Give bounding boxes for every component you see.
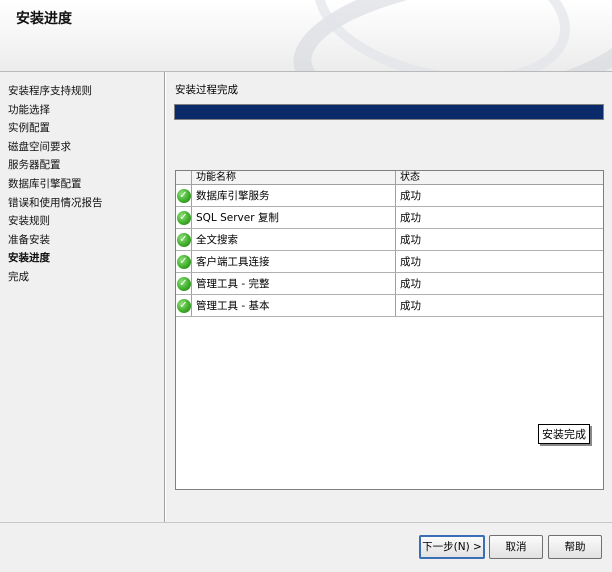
- feature-name-cell: 管理工具 - 基本: [192, 295, 396, 316]
- next-button[interactable]: 下一步(N) >: [419, 535, 485, 559]
- feature-name-cell: 客户端工具连接: [192, 251, 396, 272]
- table-header: 功能名称 状态: [176, 171, 603, 185]
- status-cell: 成功: [400, 190, 421, 202]
- success-check-icon: ✓: [176, 254, 191, 269]
- status-cell: 成功: [400, 256, 421, 268]
- table-row[interactable]: ✓ 全文搜索 成功: [176, 229, 603, 251]
- feature-name-cell: 全文搜索: [192, 229, 396, 250]
- sidebar-item-database-engine-configuration[interactable]: 数据库引擎配置: [0, 175, 164, 194]
- progress-bar: [174, 104, 604, 120]
- main-content: 安装过程完成 功能名称 状态 ✓ 数据库引擎服务 成功 ✓ SQL Server…: [166, 72, 612, 522]
- sidebar-item-installation-rules[interactable]: 安装规则: [0, 212, 164, 231]
- help-button[interactable]: 帮助: [548, 535, 602, 559]
- status-cell: 成功: [400, 278, 421, 290]
- sidebar-item-disk-space-requirements[interactable]: 磁盘空间要求: [0, 138, 164, 157]
- sidebar-item-ready-to-install[interactable]: 准备安装: [0, 231, 164, 250]
- table-header-icon-column: [176, 171, 192, 184]
- success-check-icon: ✓: [176, 210, 191, 225]
- sidebar-item-setup-support-rules[interactable]: 安装程序支持规则: [0, 82, 164, 101]
- status-cell: 成功: [400, 234, 421, 246]
- header-banner: 安装进度: [0, 0, 612, 72]
- sidebar-item-installation-progress[interactable]: 安装进度: [0, 249, 164, 268]
- footer-bar: 下一步(N) > 取消 帮助: [0, 522, 612, 572]
- table-row[interactable]: ✓ SQL Server 复制 成功: [176, 207, 603, 229]
- status-cell: 成功: [400, 300, 421, 312]
- sidebar-item-feature-selection[interactable]: 功能选择: [0, 101, 164, 120]
- feature-name-cell: 管理工具 - 完整: [192, 273, 396, 294]
- success-check-icon: ✓: [176, 188, 191, 203]
- status-cell: 成功: [400, 212, 421, 224]
- cancel-button[interactable]: 取消: [489, 535, 543, 559]
- status-text: 安装过程完成: [175, 84, 238, 96]
- sidebar-item-instance-configuration[interactable]: 实例配置: [0, 119, 164, 138]
- sidebar-item-error-usage-reporting[interactable]: 错误和使用情况报告: [0, 194, 164, 213]
- sidebar-item-server-configuration[interactable]: 服务器配置: [0, 156, 164, 175]
- feature-name-cell: SQL Server 复制: [192, 207, 396, 228]
- progress-bar-fill: [175, 105, 603, 119]
- page-title: 安装进度: [16, 11, 72, 27]
- sidebar: 安装程序支持规则 功能选择 实例配置 磁盘空间要求 服务器配置 数据库引擎配置 …: [0, 72, 165, 522]
- tooltip-install-complete: 安装完成: [538, 424, 590, 444]
- sidebar-item-complete[interactable]: 完成: [0, 268, 164, 287]
- table-row[interactable]: ✓ 客户端工具连接 成功: [176, 251, 603, 273]
- column-header-feature-name[interactable]: 功能名称: [192, 171, 396, 184]
- table-row[interactable]: ✓ 数据库引擎服务 成功: [176, 185, 603, 207]
- table-row[interactable]: ✓ 管理工具 - 完整 成功: [176, 273, 603, 295]
- column-header-status[interactable]: 状态: [396, 171, 603, 184]
- success-check-icon: ✓: [176, 232, 191, 247]
- success-check-icon: ✓: [176, 298, 191, 313]
- table-row[interactable]: ✓ 管理工具 - 基本 成功: [176, 295, 603, 317]
- success-check-icon: ✓: [176, 276, 191, 291]
- feature-name-cell: 数据库引擎服务: [192, 185, 396, 206]
